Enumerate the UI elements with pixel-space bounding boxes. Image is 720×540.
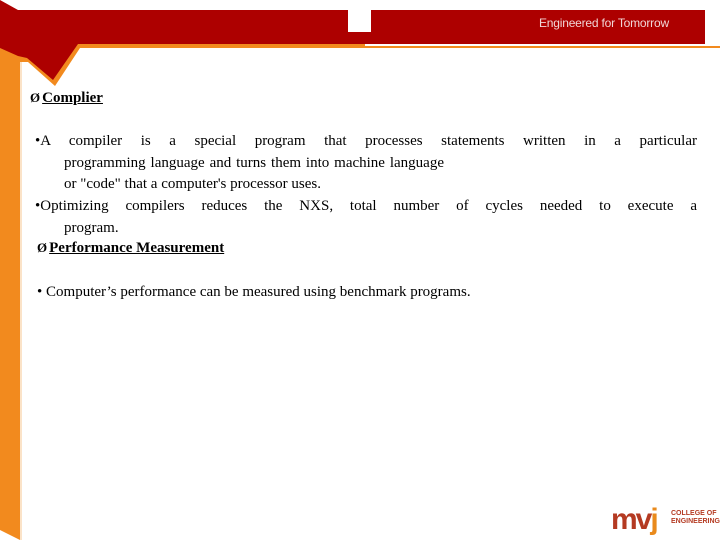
banner-orange-edge <box>0 38 720 86</box>
paragraph-continuation: program. <box>64 219 119 236</box>
left-accent-bar <box>0 40 20 540</box>
banner-notch <box>349 10 370 32</box>
logo-mark: mvj <box>611 503 659 536</box>
paragraph-optimizing-compilers: •Optimizing compilers reduces the NXS, t… <box>35 196 697 239</box>
section-title: Performance Measurement <box>49 240 225 256</box>
paragraph-continuation: programming language and turns them into… <box>64 154 444 193</box>
paragraph-benchmark: • Computer’s performance can be measured… <box>37 284 471 300</box>
section-heading-performance: Ø Performance Measurement <box>37 240 224 257</box>
paragraph-first-line: •Optimizing compilers reduces the NXS, t… <box>35 198 697 214</box>
arrow-bullet-icon: Ø <box>37 240 48 255</box>
paragraph-compiler-definition: •A compiler is a special program that pr… <box>35 131 697 196</box>
section-heading-compiler: Ø Complier <box>30 90 103 107</box>
section-title: Complier <box>42 90 103 106</box>
header-tagline: Engineered for Tomorrow <box>539 16 669 30</box>
college-logo: mvj COLLEGE OF ENGINEERING <box>611 503 720 539</box>
logo-wordmark: COLLEGE OF ENGINEERING <box>671 510 720 525</box>
header-banner <box>0 0 720 540</box>
arrow-bullet-icon: Ø <box>30 90 41 105</box>
paragraph-first-line: •A compiler is a special program that pr… <box>35 133 697 149</box>
